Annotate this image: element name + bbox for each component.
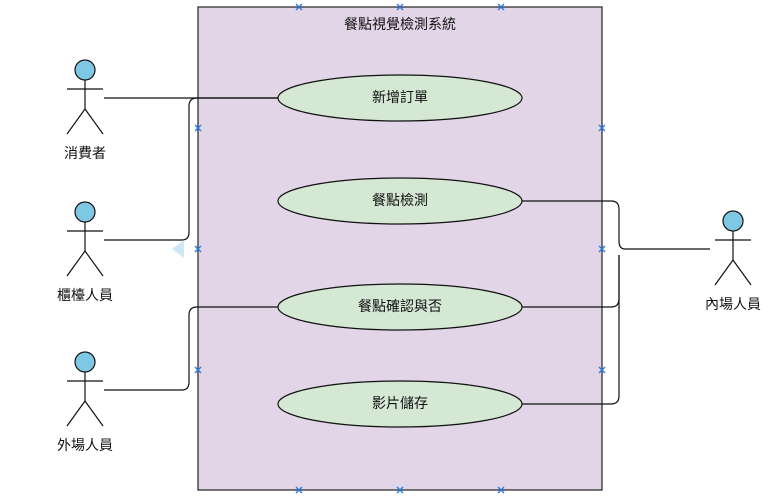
actor-head bbox=[722, 210, 744, 232]
usecase-label-add-order: 新增訂單 bbox=[372, 90, 428, 106]
actor-label-consumer: 消費者 bbox=[64, 146, 106, 162]
system-title: 餐點視覺檢測系統 bbox=[344, 17, 456, 33]
actor-consumer[interactable] bbox=[66, 59, 104, 135]
resize-arrow-icon[interactable] bbox=[172, 240, 184, 258]
usecase-label-video-store: 影片儲存 bbox=[372, 396, 428, 412]
actor-label-kitchen: 內場人員 bbox=[705, 297, 761, 313]
actor-head bbox=[74, 201, 96, 223]
actor-kitchen[interactable] bbox=[714, 210, 752, 286]
actor-head bbox=[74, 351, 96, 373]
actor-label-counter: 櫃檯人員 bbox=[57, 288, 113, 304]
actor-floor[interactable] bbox=[66, 351, 104, 427]
diagram-canvas: 餐點視覺檢測系統 新增訂單 餐點檢測 餐點確認與否 影片儲存 消費者 櫃檯人員 … bbox=[0, 0, 781, 496]
usecase-label-meal-confirm: 餐點確認與否 bbox=[358, 299, 442, 315]
diagram-svg bbox=[66, 3, 752, 494]
actor-label-floor: 外場人員 bbox=[57, 438, 113, 454]
actor-head bbox=[74, 59, 96, 81]
usecase-label-meal-detect: 餐點檢測 bbox=[372, 193, 428, 209]
actor-counter[interactable] bbox=[66, 201, 104, 277]
